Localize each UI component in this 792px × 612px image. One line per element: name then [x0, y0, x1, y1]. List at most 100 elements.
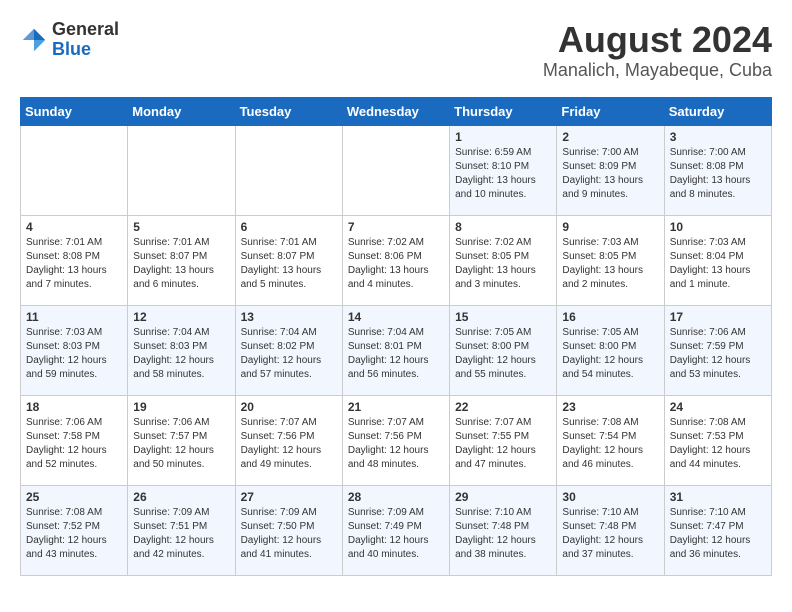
day-info: Sunrise: 7:07 AMSunset: 7:55 PMDaylight:…: [455, 416, 551, 472]
day-header-tuesday: Tuesday: [235, 97, 342, 125]
title-block: August 2024 Manalich, Mayabeque, Cuba: [543, 20, 772, 81]
calendar-cell: 25Sunrise: 7:08 AMSunset: 7:52 PMDayligh…: [21, 485, 128, 575]
day-info: Sunrise: 7:10 AMSunset: 7:48 PMDaylight:…: [562, 506, 658, 562]
day-info: Sunrise: 7:01 AMSunset: 8:07 PMDaylight:…: [241, 236, 337, 292]
calendar-cell: 4 Sunrise: 7:01 AMSunset: 8:08 PMDaylight…: [21, 215, 128, 305]
day-number: 25: [26, 490, 122, 504]
calendar-cell: 31Sunrise: 7:10 AMSunset: 7:47 PMDayligh…: [664, 485, 771, 575]
day-header-friday: Friday: [557, 97, 664, 125]
day-info: Sunrise: 7:05 AMSunset: 8:00 PMDaylight:…: [562, 326, 658, 382]
day-header-saturday: Saturday: [664, 97, 771, 125]
day-number: 4: [26, 220, 122, 234]
day-info: Sunrise: 7:06 AMSunset: 7:57 PMDaylight:…: [133, 416, 229, 472]
day-header-monday: Monday: [128, 97, 235, 125]
day-header-wednesday: Wednesday: [342, 97, 449, 125]
day-info: Sunrise: 7:08 AMSunset: 7:53 PMDaylight:…: [670, 416, 766, 472]
calendar-week-row: 25Sunrise: 7:08 AMSunset: 7:52 PMDayligh…: [21, 485, 772, 575]
day-number: 28: [348, 490, 444, 504]
day-number: 5: [133, 220, 229, 234]
day-number: 3: [670, 130, 766, 144]
calendar-cell: 7Sunrise: 7:02 AMSunset: 8:06 PMDaylight…: [342, 215, 449, 305]
day-number: 13: [241, 310, 337, 324]
calendar-week-row: 1Sunrise: 6:59 AMSunset: 8:10 PMDaylight…: [21, 125, 772, 215]
calendar-cell: 23 Sunrise: 7:08 AMSunset: 7:54 PMDayligh…: [557, 395, 664, 485]
day-info: Sunrise: 7:06 AMSunset: 7:59 PMDaylight:…: [670, 326, 766, 382]
calendar-cell: 11 Sunrise: 7:03 AMSunset: 8:03 PMDayligh…: [21, 305, 128, 395]
calendar-cell: 29 Sunrise: 7:10 AMSunset: 7:48 PMDayligh…: [450, 485, 557, 575]
day-info: Sunrise: 7:03 AMSunset: 8:04 PMDaylight:…: [670, 236, 766, 292]
day-info: Sunrise: 7:08 AMSunset: 7:54 PMDaylight:…: [562, 416, 658, 472]
calendar-cell: 14 Sunrise: 7:04 AMSunset: 8:01 PMDayligh…: [342, 305, 449, 395]
day-number: 26: [133, 490, 229, 504]
day-number: 23: [562, 400, 658, 414]
day-info: Sunrise: 7:04 AMSunset: 8:02 PMDaylight:…: [241, 326, 337, 382]
calendar-week-row: 4 Sunrise: 7:01 AMSunset: 8:08 PMDaylight…: [21, 215, 772, 305]
calendar-cell: [235, 125, 342, 215]
calendar-cell: 9Sunrise: 7:03 AMSunset: 8:05 PMDaylight…: [557, 215, 664, 305]
calendar-cell: [21, 125, 128, 215]
day-number: 15: [455, 310, 551, 324]
day-info: Sunrise: 7:09 AMSunset: 7:49 PMDaylight:…: [348, 506, 444, 562]
day-number: 21: [348, 400, 444, 414]
calendar-cell: 2 Sunrise: 7:00 AMSunset: 8:09 PMDaylight…: [557, 125, 664, 215]
day-info: Sunrise: 7:09 AMSunset: 7:50 PMDaylight:…: [241, 506, 337, 562]
calendar-cell: 15 Sunrise: 7:05 AMSunset: 8:00 PMDayligh…: [450, 305, 557, 395]
calendar-cell: 12 Sunrise: 7:04 AMSunset: 8:03 PMDayligh…: [128, 305, 235, 395]
calendar-cell: 5 Sunrise: 7:01 AMSunset: 8:07 PMDaylight…: [128, 215, 235, 305]
day-number: 2: [562, 130, 658, 144]
day-info: Sunrise: 7:10 AMSunset: 7:47 PMDaylight:…: [670, 506, 766, 562]
day-info: Sunrise: 7:04 AMSunset: 8:03 PMDaylight:…: [133, 326, 229, 382]
day-info: Sunrise: 7:07 AMSunset: 7:56 PMDaylight:…: [348, 416, 444, 472]
day-info: Sunrise: 7:01 AMSunset: 8:07 PMDaylight:…: [133, 236, 229, 292]
calendar-cell: [128, 125, 235, 215]
day-info: Sunrise: 7:00 AMSunset: 8:09 PMDaylight:…: [562, 146, 658, 202]
day-number: 27: [241, 490, 337, 504]
calendar-cell: 19 Sunrise: 7:06 AMSunset: 7:57 PMDayligh…: [128, 395, 235, 485]
day-number: 9: [562, 220, 658, 234]
logo-blue-text: Blue: [52, 39, 91, 59]
logo-general-text: General: [52, 19, 119, 39]
day-info: Sunrise: 7:04 AMSunset: 8:01 PMDaylight:…: [348, 326, 444, 382]
calendar-cell: 16 Sunrise: 7:05 AMSunset: 8:00 PMDayligh…: [557, 305, 664, 395]
day-number: 12: [133, 310, 229, 324]
day-number: 16: [562, 310, 658, 324]
day-number: 18: [26, 400, 122, 414]
day-number: 17: [670, 310, 766, 324]
day-number: 24: [670, 400, 766, 414]
calendar-cell: 1Sunrise: 6:59 AMSunset: 8:10 PMDaylight…: [450, 125, 557, 215]
day-info: Sunrise: 7:06 AMSunset: 7:58 PMDaylight:…: [26, 416, 122, 472]
day-number: 10: [670, 220, 766, 234]
day-number: 14: [348, 310, 444, 324]
calendar-cell: 18 Sunrise: 7:06 AMSunset: 7:58 PMDayligh…: [21, 395, 128, 485]
calendar-cell: [342, 125, 449, 215]
day-number: 11: [26, 310, 122, 324]
calendar-cell: 27 Sunrise: 7:09 AMSunset: 7:50 PMDayligh…: [235, 485, 342, 575]
logo-icon: [20, 26, 48, 54]
day-info: Sunrise: 7:00 AMSunset: 8:08 PMDaylight:…: [670, 146, 766, 202]
day-info: Sunrise: 7:05 AMSunset: 8:00 PMDaylight:…: [455, 326, 551, 382]
day-number: 6: [241, 220, 337, 234]
calendar-header-row: SundayMondayTuesdayWednesdayThursdayFrid…: [21, 97, 772, 125]
day-number: 20: [241, 400, 337, 414]
day-number: 1: [455, 130, 551, 144]
day-header-thursday: Thursday: [450, 97, 557, 125]
day-number: 22: [455, 400, 551, 414]
page-subtitle: Manalich, Mayabeque, Cuba: [543, 60, 772, 81]
day-number: 7: [348, 220, 444, 234]
calendar-cell: 26Sunrise: 7:09 AMSunset: 7:51 PMDayligh…: [128, 485, 235, 575]
calendar-week-row: 11 Sunrise: 7:03 AMSunset: 8:03 PMDayligh…: [21, 305, 772, 395]
calendar-cell: 8Sunrise: 7:02 AMSunset: 8:05 PMDaylight…: [450, 215, 557, 305]
calendar-table: SundayMondayTuesdayWednesdayThursdayFrid…: [20, 97, 772, 576]
page-title: August 2024: [543, 20, 772, 60]
calendar-cell: 13 Sunrise: 7:04 AMSunset: 8:02 PMDayligh…: [235, 305, 342, 395]
day-info: Sunrise: 7:03 AMSunset: 8:03 PMDaylight:…: [26, 326, 122, 382]
day-info: Sunrise: 7:01 AMSunset: 8:08 PMDaylight:…: [26, 236, 122, 292]
calendar-cell: 21 Sunrise: 7:07 AMSunset: 7:56 PMDayligh…: [342, 395, 449, 485]
calendar-cell: 24 Sunrise: 7:08 AMSunset: 7:53 PMDayligh…: [664, 395, 771, 485]
calendar-cell: 28 Sunrise: 7:09 AMSunset: 7:49 PMDayligh…: [342, 485, 449, 575]
day-info: Sunrise: 7:10 AMSunset: 7:48 PMDaylight:…: [455, 506, 551, 562]
day-number: 29: [455, 490, 551, 504]
day-number: 19: [133, 400, 229, 414]
day-header-sunday: Sunday: [21, 97, 128, 125]
calendar-cell: 17 Sunrise: 7:06 AMSunset: 7:59 PMDayligh…: [664, 305, 771, 395]
